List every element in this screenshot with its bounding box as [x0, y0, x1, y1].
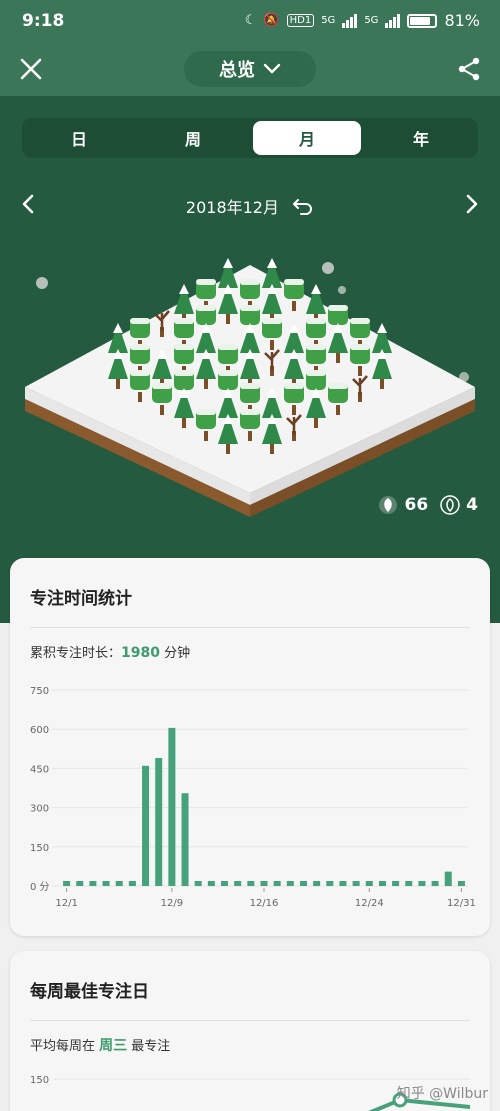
bar: [247, 881, 255, 886]
summary-prefix: 平均每周在: [30, 1039, 100, 1054]
healthy-tree-count: 66: [378, 495, 428, 515]
date-navigation: 2018年12月: [0, 190, 500, 220]
bar: [392, 881, 400, 886]
y-tick-label: 450: [30, 764, 49, 775]
y-tick-label: 150: [30, 843, 49, 854]
battery-icon: [407, 13, 438, 28]
bar: [63, 881, 71, 886]
tree-counts: 66 4: [378, 495, 478, 515]
forest-illustration: [25, 258, 475, 517]
x-tick-label: 12/1: [55, 898, 77, 908]
summary-suffix: 最专注: [127, 1039, 171, 1054]
y-tick-label: 750: [30, 686, 49, 697]
x-tick-label: 12/31: [447, 898, 476, 908]
best-weekday: 周三: [99, 1038, 128, 1054]
y-tick-label: 150: [30, 1075, 49, 1086]
bar: [273, 881, 281, 886]
bar: [89, 881, 97, 886]
leaf-outline-icon: [440, 495, 460, 515]
signal-icon: [342, 13, 358, 28]
signal-icon-2: [385, 13, 401, 28]
bar: [155, 757, 163, 886]
bar: [115, 881, 123, 886]
focus-time-card: 专注时间统计 累积专注时长：1980 分钟 0 分 150 300 450 600 750…: [10, 558, 490, 936]
bar: [207, 881, 215, 886]
summary-prefix: 累积专注时长：: [30, 646, 122, 661]
close-icon: [20, 58, 42, 80]
bar: [168, 727, 176, 886]
page-title: 总览: [219, 60, 255, 81]
leaf-icon: [379, 496, 398, 514]
bar: [286, 881, 294, 886]
bar: [76, 881, 84, 886]
bar: [181, 793, 189, 886]
focus-time-summary: 累积专注时长：1980 分钟: [10, 628, 490, 661]
x-tick-label: 12/9: [161, 898, 183, 908]
best-weekday-title: 每周最佳专注日: [30, 982, 149, 1002]
bar: [221, 881, 229, 886]
bar: [128, 881, 136, 886]
tab-day[interactable]: 日: [25, 121, 133, 155]
x-tick-label: 12/16: [250, 898, 279, 908]
bar: [457, 881, 465, 886]
total-minutes: 1980: [121, 645, 160, 661]
chevron-right-icon: [466, 194, 478, 214]
tab-week[interactable]: 周: [139, 121, 247, 155]
hd-badge: HD1: [286, 14, 315, 27]
bar: [313, 881, 321, 886]
reset-date-icon[interactable]: [292, 197, 314, 215]
bar: [260, 881, 268, 886]
share-icon: [458, 57, 480, 81]
status-time: 9:18: [22, 11, 65, 31]
next-month-button[interactable]: [464, 193, 480, 219]
battery-level: 81%: [444, 11, 480, 30]
y-tick-label: 300: [30, 804, 49, 815]
status-bar: 9:18 ☾ 🔕 HD1 5G 5G 81%: [0, 0, 500, 42]
bar: [418, 881, 426, 886]
withered-count-value: 4: [466, 495, 478, 515]
bar: [431, 881, 439, 886]
bar: [339, 881, 347, 886]
tab-month[interactable]: 月: [253, 121, 361, 155]
period-tabs: 日 周 月 年: [22, 118, 478, 158]
close-button[interactable]: [18, 56, 44, 82]
bar: [352, 881, 360, 886]
best-weekday-summary: 平均每周在 周三 最专注: [10, 1021, 490, 1055]
tab-year[interactable]: 年: [367, 121, 475, 155]
summary-unit: 分钟: [159, 646, 191, 661]
healthy-count-value: 66: [404, 495, 429, 515]
y-tick-label: 600: [30, 725, 49, 736]
bar: [142, 765, 150, 886]
bar: [378, 881, 386, 886]
bar: [444, 871, 452, 886]
bar: [102, 881, 110, 886]
watermark: 知乎 @Wilbur: [396, 1086, 488, 1102]
bar: [405, 881, 413, 886]
mute-icon: 🔕: [263, 13, 280, 28]
bar: [326, 881, 334, 886]
bar: [234, 881, 242, 886]
status-icons: ☾ 🔕 HD1 5G 5G 81%: [245, 11, 480, 30]
chevron-down-icon: [263, 63, 281, 74]
overview-dropdown[interactable]: 总览: [184, 51, 316, 87]
network-label-2: 5G: [364, 15, 379, 26]
bar: [194, 881, 202, 886]
withered-tree-count: 4: [440, 495, 478, 515]
app-bar: 总览: [0, 48, 500, 92]
share-button[interactable]: [456, 56, 482, 82]
network-label-1: 5G: [321, 15, 336, 26]
x-tick-label: 12/24: [355, 898, 384, 908]
focus-time-title: 专注时间统计: [30, 589, 132, 609]
daily-focus-bar-chart: 0 分 150 300 450 600 750 12/1 12/9 12/16 12/24 12/3…: [30, 686, 476, 908]
current-month-label: 2018年12月: [185, 198, 279, 217]
bar: [365, 881, 373, 886]
moon-icon: ☾: [244, 13, 257, 28]
y-tick-label: 0 分: [30, 881, 50, 893]
bar: [299, 881, 307, 886]
